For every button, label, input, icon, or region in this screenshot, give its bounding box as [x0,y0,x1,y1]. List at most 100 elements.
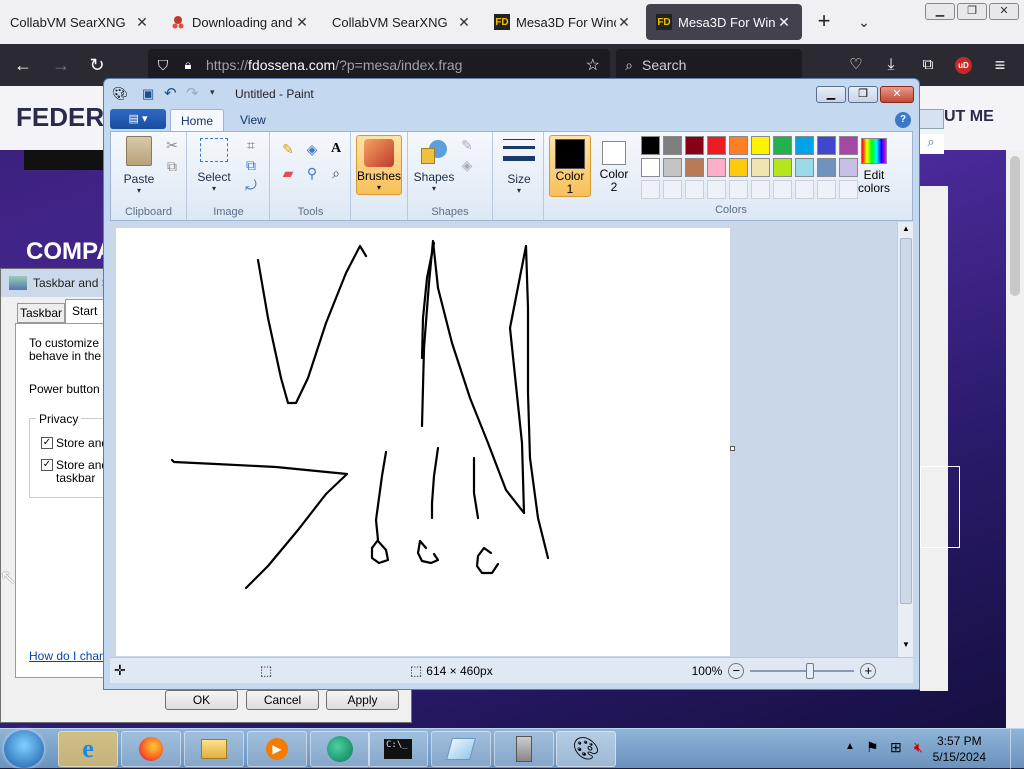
fill-icon[interactable]: ◈ [458,156,476,174]
ublock-icon[interactable]: uD [955,57,972,74]
zoom-slider-thumb[interactable] [806,662,815,679]
search-bar[interactable]: ⌕ Search [616,49,802,81]
restore-button[interactable]: ❐ [957,3,987,20]
paint-close-button[interactable]: ✕ [880,86,914,103]
palette-swatch[interactable] [817,158,836,177]
palette-swatch[interactable] [641,158,660,177]
show-hidden-icons-chevron-icon[interactable]: ▲ [845,741,855,752]
color1-button[interactable]: Color 1 [549,135,591,197]
quick-access-dropdown-icon[interactable]: ▾ [210,87,215,98]
size-button[interactable]: Size ▾ [500,136,538,195]
start-orb-icon[interactable] [4,730,44,768]
palette-swatch[interactable] [707,136,726,155]
cancel-button[interactable]: Cancel [246,690,319,710]
tab-taskbar[interactable]: Taskbar [17,303,65,323]
palette-empty-swatch[interactable] [663,180,682,199]
paper-icon[interactable] [431,731,491,767]
canvas-vertical-scrollbar[interactable]: ▲ ▼ [897,222,913,657]
tab-close-icon[interactable]: ✕ [134,14,150,31]
palette-empty-swatch[interactable] [773,180,792,199]
reload-icon[interactable]: ↻ [84,53,110,79]
paste-button[interactable]: Paste ▾ [117,136,161,195]
minimize-button[interactable]: ▁ [925,3,955,20]
redo-icon[interactable]: ↷ [186,84,199,102]
edit-colors-button[interactable]: Edit colors [855,136,893,198]
paint-app-icon[interactable]: 🎨︎ [112,87,129,101]
palette-swatch[interactable] [685,136,704,155]
palette-swatch[interactable] [729,136,748,155]
canvas-resize-handle[interactable] [730,446,735,451]
palette-empty-swatch[interactable] [685,180,704,199]
browser-tab-5-active[interactable]: FD Mesa3D For Windo ✕ [646,4,802,40]
store-programs-checkbox[interactable]: ✓ [41,437,53,449]
paint-minimize-button[interactable]: ▁ [816,86,846,103]
menu-hamburger-icon[interactable]: ≡ [987,53,1013,79]
ie-icon[interactable]: e [58,731,118,767]
download-icon[interactable]: ⤓ [878,53,904,79]
show-desktop-button[interactable] [1010,729,1024,769]
action-center-flag-icon[interactable]: ⚑ [866,739,879,756]
apply-button[interactable]: Apply [326,690,399,710]
browser-tab-2[interactable]: Downloading and U ✕ [160,4,320,40]
tab-view[interactable]: View [230,109,276,131]
tab-list-chevron-icon[interactable]: ⌄ [852,10,876,34]
color2-button[interactable]: Color 2 [595,135,633,197]
scroll-up-icon[interactable]: ▲ [900,224,912,236]
store-items-checkbox[interactable]: ✓ [41,459,53,471]
explorer-icon[interactable] [184,731,244,767]
zoom-in-button[interactable]: + [860,662,877,679]
back-arrow-icon[interactable]: ← [10,53,36,79]
copy-icon[interactable]: ⧉ [163,157,181,175]
palette-empty-swatch[interactable] [817,180,836,199]
scroll-down-icon[interactable]: ▼ [900,640,912,652]
shapes-button[interactable]: Shapes ▾ [412,136,456,193]
save-icon[interactable]: ▣ [142,86,154,102]
browser-tab-4[interactable]: FD Mesa3D For Windo ✕ [484,4,642,40]
fill-bucket-icon[interactable]: ◈ [303,140,321,158]
bookmark-star-icon[interactable]: ☆ [586,55,600,75]
eraser-icon[interactable]: ▰ [279,164,297,182]
palette-swatch[interactable] [751,158,770,177]
palette-empty-swatch[interactable] [751,180,770,199]
palette-swatch[interactable] [729,158,748,177]
zoom-slider[interactable] [750,662,855,679]
palette-swatch[interactable] [817,136,836,155]
cut-icon[interactable]: ✂ [163,136,181,154]
url-bar[interactable]: ⛉ 🔒︎ https:// fdossena.com /?p=mesa/inde… [148,49,610,81]
palette-swatch[interactable] [773,158,792,177]
ok-button[interactable]: OK [165,690,238,710]
firefox-icon[interactable] [121,731,181,767]
cmd-icon[interactable]: C:\_ [368,731,428,767]
tab-start-menu[interactable]: Start M [65,299,105,340]
pocket-icon[interactable]: ♡ [843,53,869,79]
web-scrollbar-thumb[interactable] [1010,156,1020,296]
edge-like-icon[interactable] [310,731,370,767]
palette-swatch[interactable] [663,158,682,177]
outline-icon[interactable]: ✎ [458,136,476,154]
palette-swatch[interactable] [663,136,682,155]
network-icon[interactable]: ⊞ [890,739,902,756]
palette-empty-swatch[interactable] [641,180,660,199]
paint-icon[interactable]: 🎨︎ [556,731,616,767]
crop-icon[interactable]: ⌗ [242,136,260,154]
brushes-button[interactable]: Brushes ▾ [356,135,402,195]
paint-maximize-button[interactable]: ❐ [848,86,878,103]
color-picker-icon[interactable]: ⚲ [303,164,321,182]
palette-swatch[interactable] [751,136,770,155]
undo-icon[interactable]: ↶ [164,84,177,102]
tab-close-icon[interactable]: ✕ [456,14,472,31]
help-link[interactable]: How do I chanc [29,649,112,663]
lock-icon[interactable]: 🔒︎ [178,57,198,73]
help-icon[interactable]: ? [895,112,911,128]
palette-swatch[interactable] [641,136,660,155]
palette-empty-swatch[interactable] [729,180,748,199]
media-player-icon[interactable]: ▶ [247,731,307,767]
rotate-icon[interactable]: ⤾ [242,176,260,194]
browser-tab-3[interactable]: CollabVM SearXNG ✕ [322,4,482,40]
browser-tab-1[interactable]: CollabVM SearXNG ✕ [0,4,160,40]
resize-icon[interactable]: ⧉ [242,156,260,174]
text-tool-icon[interactable]: A [327,140,345,158]
tab-close-icon[interactable]: ✕ [776,14,792,31]
about-me-link[interactable]: UT ME [944,108,994,126]
shield-icon[interactable]: ⛉ [148,57,178,74]
